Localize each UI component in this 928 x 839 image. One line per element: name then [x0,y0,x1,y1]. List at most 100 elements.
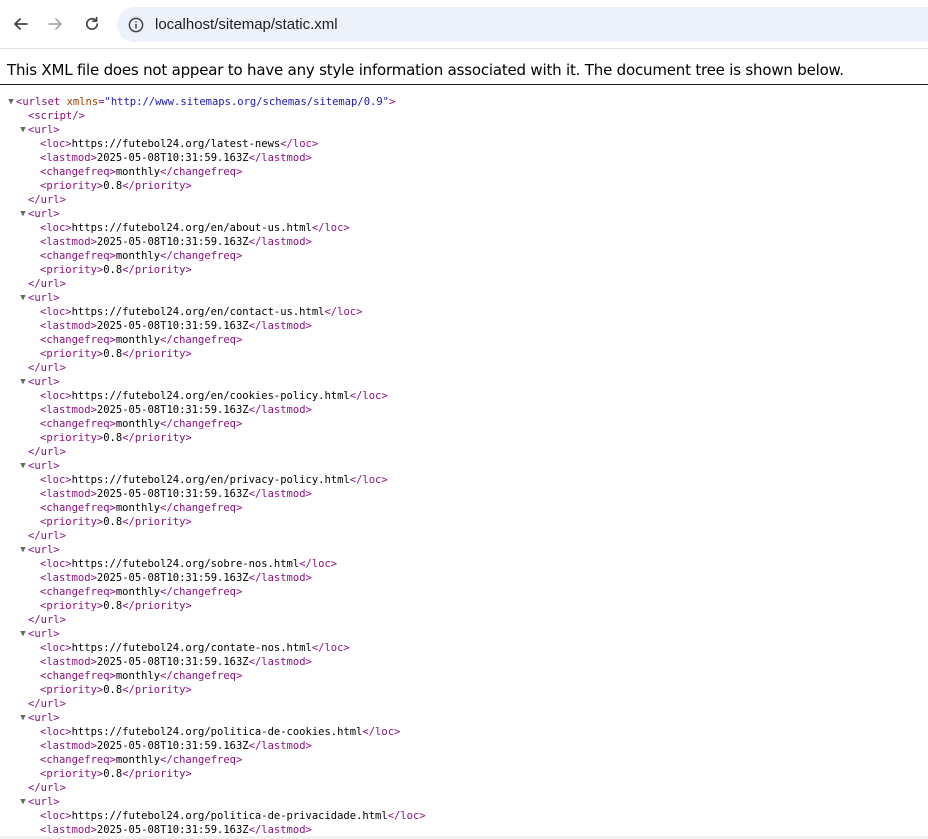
xml-line: <lastmod>2025-05-08T10:31:59.163Z</lastm… [0,235,928,249]
xml-line: ▼ <url> [0,291,928,305]
xml-line: ▼ <url> [0,459,928,473]
xml-line: ▼ <url> [0,543,928,557]
tag-lastmod-close: </lastmod> [248,824,312,836]
xml-line: <lastmod>2025-05-08T10:31:59.163Z</lastm… [0,571,928,585]
tag-lastmod-close: </lastmod> [248,152,312,164]
tag-url-open: <url> [28,376,60,388]
collapse-toggle-icon[interactable]: ▼ [18,123,28,137]
xml-line: <lastmod>2025-05-08T10:31:59.163Z</lastm… [0,319,928,333]
arrow-left-icon [14,18,28,30]
collapse-toggle-icon[interactable]: ▼ [18,711,28,725]
collapse-toggle-icon[interactable]: ▼ [18,207,28,221]
tag-changefreq: <changefreq> [40,334,116,346]
tag-changefreq-close: </changefreq> [160,670,243,682]
xml-line: </url> [0,361,928,375]
lastmod-value: 2025-05-08T10:31:59.163Z [96,572,249,584]
notice-text: This XML file does not appear to have an… [7,61,844,79]
tag-lastmod-close: </lastmod> [248,236,312,248]
tag-loc-close: </loc> [311,642,350,654]
tag-url-close: </url> [28,782,66,794]
tag-lastmod-close: </lastmod> [248,404,312,416]
collapse-toggle-icon[interactable]: ▼ [18,627,28,641]
collapse-toggle-icon[interactable]: ▼ [18,543,28,557]
tag-lastmod-close: </lastmod> [248,656,312,668]
xml-line-content: <lastmod>2025-05-08T10:31:59.163Z</lastm… [40,655,312,669]
tag-changefreq-close: </changefreq> [160,586,243,598]
tag-loc-close: </loc> [387,810,426,822]
xml-line-content: </url> [28,613,66,627]
xml-line-content: <loc>https://futebol24.org/en/cookies-po… [40,389,388,403]
priority-value: 0.8 [103,684,123,696]
site-info-button[interactable] [128,17,144,33]
xml-line-content: <url> [28,627,60,641]
xml-line-content: <changefreq>monthly</changefreq> [40,753,242,767]
xml-line-content: <loc>https://futebol24.org/en/contact-us… [40,305,362,319]
lastmod-value: 2025-05-08T10:31:59.163Z [96,320,249,332]
collapse-toggle-icon[interactable]: ▼ [6,95,16,109]
changefreq-value: monthly [115,334,161,346]
collapse-toggle-icon[interactable]: ▼ [18,375,28,389]
xml-line: <changefreq>monthly</changefreq> [0,585,928,599]
xml-line-content: <lastmod>2025-05-08T10:31:59.163Z</lastm… [40,319,312,333]
lastmod-value: 2025-05-08T10:31:59.163Z [96,152,249,164]
tag-loc: <loc> [40,222,72,234]
xml-line-content: <changefreq>monthly</changefreq> [40,669,242,683]
xml-line-content: <loc>https://futebol24.org/en/privacy-po… [40,473,388,487]
tag-changefreq-close: </changefreq> [160,502,243,514]
xml-line: <loc>https://futebol24.org/en/contact-us… [0,305,928,319]
xml-line: <priority>0.8</priority> [0,263,928,277]
xml-line: </url> [0,277,928,291]
tag-lastmod: <lastmod> [40,740,97,752]
tag-loc-close: </loc> [299,558,338,570]
xml-line: <changefreq>monthly</changefreq> [0,669,928,683]
loc-value: https://futebol24.org/latest-news [71,138,281,150]
tag-url-open: <url> [28,544,60,556]
back-button[interactable] [9,10,31,38]
loc-value: https://futebol24.org/contate-nos.html [71,642,312,654]
xml-line-content: <url> [28,795,60,809]
xml-line: <lastmod>2025-05-08T10:31:59.163Z</lastm… [0,487,928,501]
tag-priority-close: </priority> [122,348,192,360]
xml-line: <script/> [0,109,928,123]
tag-priority-close: </priority> [122,600,192,612]
tag-loc: <loc> [40,306,72,318]
arrow-right-icon [48,18,62,30]
url-text[interactable]: localhost/sitemap/static.xml [155,16,338,33]
xml-line-content: <url> [28,711,60,725]
tag-lastmod-close: </lastmod> [248,572,312,584]
xml-line-content: <script/> [28,109,85,123]
xml-line-content: <priority>0.8</priority> [40,347,192,361]
changefreq-value: monthly [115,670,161,682]
xml-line-content: <lastmod>2025-05-08T10:31:59.163Z</lastm… [40,403,312,417]
address-bar[interactable]: localhost/sitemap/static.xml [117,7,928,42]
xml-line-content: <changefreq>monthly</changefreq> [40,585,242,599]
forward-button[interactable] [45,10,67,38]
xml-line-content: <lastmod>2025-05-08T10:31:59.163Z</lastm… [40,487,312,501]
loc-value: https://futebol24.org/en/contact-us.html [71,306,325,318]
tag-changefreq-close: </changefreq> [160,418,243,430]
tag-url-open: <url> [28,796,60,808]
reload-button[interactable] [81,10,103,38]
xml-line: <loc>https://futebol24.org/sobre-nos.htm… [0,557,928,571]
tag-url-close: </url> [28,362,66,374]
collapse-toggle-icon[interactable]: ▼ [18,459,28,473]
xml-line: <changefreq>monthly</changefreq> [0,417,928,431]
xml-line: <priority>0.8</priority> [0,179,928,193]
xml-line-content: <lastmod>2025-05-08T10:31:59.163Z</lastm… [40,571,312,585]
xml-line-content: <lastmod>2025-05-08T10:31:59.163Z</lastm… [40,823,312,837]
tag-lastmod: <lastmod> [40,488,97,500]
xml-line-content: <changefreq>monthly</changefreq> [40,165,242,179]
collapse-toggle-icon[interactable]: ▼ [18,291,28,305]
xml-line: <priority>0.8</priority> [0,683,928,697]
collapse-toggle-icon[interactable]: ▼ [18,795,28,809]
xml-line: <lastmod>2025-05-08T10:31:59.163Z</lastm… [0,403,928,417]
tag-priority: <priority> [40,348,104,360]
priority-value: 0.8 [103,600,123,612]
xml-line: </url> [0,781,928,795]
xml-line: <lastmod>2025-05-08T10:31:59.163Z</lastm… [0,151,928,165]
tag-priority: <priority> [40,516,104,528]
xml-line: <priority>0.8</priority> [0,347,928,361]
tag-loc: <loc> [40,558,72,570]
xml-line-content: <priority>0.8</priority> [40,683,192,697]
xml-line: </url> [0,445,928,459]
